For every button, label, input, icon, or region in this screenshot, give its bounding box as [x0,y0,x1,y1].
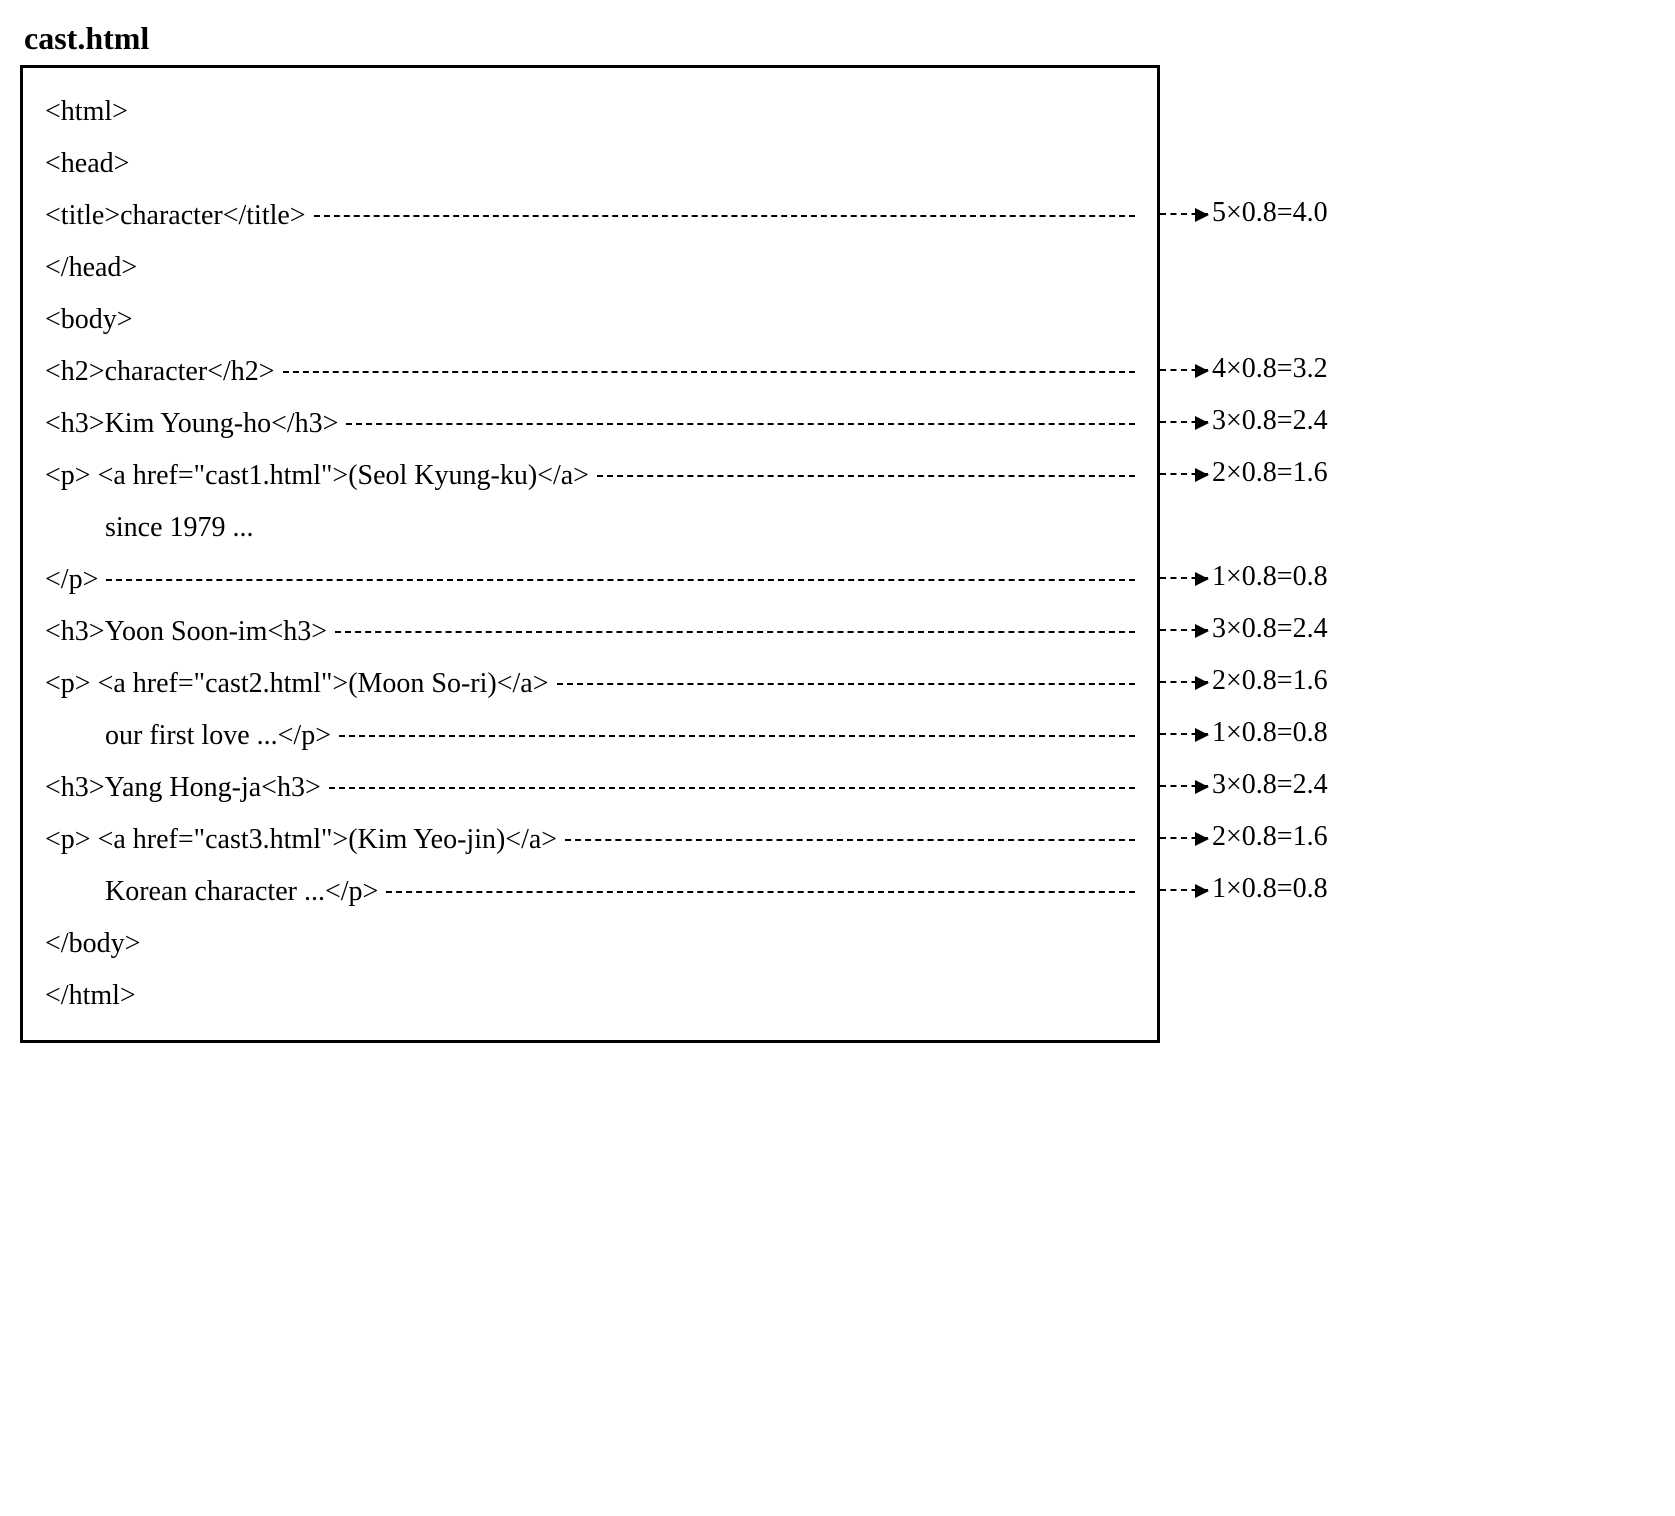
arrow-dash [283,371,1135,373]
code-line: <p> <a href="cast2.html">(Moon So-ri)</a… [45,658,549,710]
arrow-dash [346,423,1135,425]
annotation-value: 5×0.8=4.0 [1208,187,1328,239]
code-line: <h3>Yoon Soon-im<h3> [45,606,327,658]
arrow-head-icon [1195,208,1209,222]
annotation-value: 3×0.8=2.4 [1208,603,1328,655]
arrow-dash [329,787,1135,789]
code-line: <p> <a href="cast1.html">(Seol Kyung-ku)… [45,450,589,502]
annotation-value: 1×0.8=0.8 [1208,863,1328,915]
code-line: <body> [45,294,133,346]
code-line: <p> <a href="cast3.html">(Kim Yeo-jin)</… [45,814,557,866]
arrow-dash [597,475,1135,477]
code-line: <h2>character</h2> [45,346,275,398]
code-line: since 1979 ... [45,502,254,554]
arrow-head-icon [1195,468,1209,482]
code-line: </head> [45,242,137,294]
code-line: <html> [45,86,128,138]
annotation-value: 1×0.8=0.8 [1208,707,1328,759]
annotation-value: 4×0.8=3.2 [1208,343,1328,395]
arrow-head-icon [1195,832,1209,846]
code-line: <h3>Kim Young-ho</h3> [45,398,338,450]
arrow-head-icon [1195,416,1209,430]
arrow-dash [557,683,1135,685]
arrow-dash [106,579,1135,581]
code-line: Korean character ...</p> [45,866,378,918]
arrow-dash [339,735,1135,737]
code-box: <html> <head> <title>character</title> <… [20,65,1160,1043]
filename-title: cast.html [24,20,1655,57]
arrow-dash [335,631,1135,633]
arrow-head-icon [1195,572,1209,586]
arrow-head-icon [1195,624,1209,638]
arrow-head-icon [1195,364,1209,378]
arrow-head-icon [1195,676,1209,690]
code-diagram: <html> <head> <title>character</title> <… [20,65,1655,1043]
code-line: </html> [45,970,136,1022]
annotation-value: 2×0.8=1.6 [1208,655,1328,707]
code-line: <head> [45,138,129,190]
annotation-value: 1×0.8=0.8 [1208,551,1328,603]
annotation-value: 3×0.8=2.4 [1208,395,1328,447]
arrow-dash [314,215,1135,217]
arrow-dash [386,891,1135,893]
annotation-value: 3×0.8=2.4 [1208,759,1328,811]
code-line: </p> [45,554,98,606]
annotation-value: 2×0.8=1.6 [1208,447,1328,499]
code-line: <title>character</title> [45,190,306,242]
arrow-head-icon [1195,884,1209,898]
code-line: <h3>Yang Hong-ja<h3> [45,762,321,814]
arrow-head-icon [1195,728,1209,742]
arrow-dash [565,839,1135,841]
code-line: our first love ...</p> [45,710,331,762]
annotations-column: 5×0.8=4.0 4×0.8=3.2 3×0.8=2.4 2×0.8=1.6 … [1170,65,1328,1019]
arrow-head-icon [1195,780,1209,794]
annotation-value: 2×0.8=1.6 [1208,811,1328,863]
code-line: </body> [45,918,140,970]
